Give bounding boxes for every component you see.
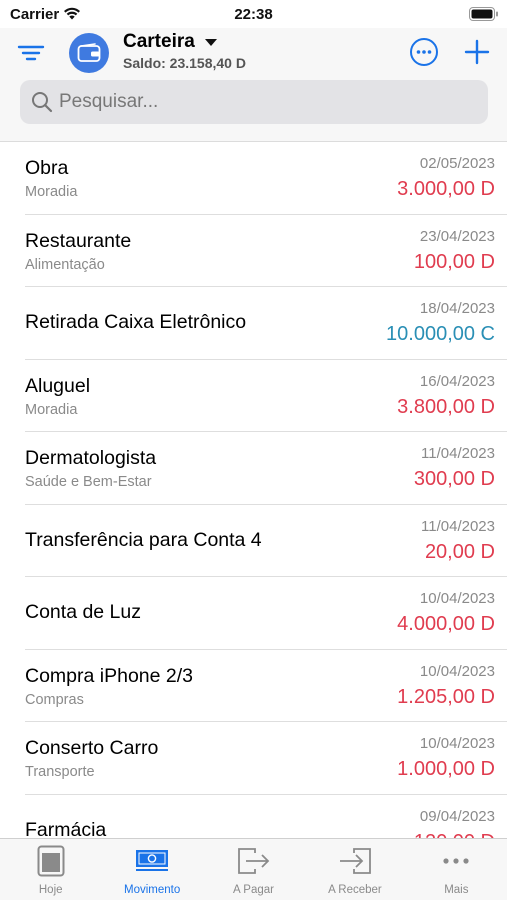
calendar-icon bbox=[37, 845, 65, 877]
transaction-title: Farmácia bbox=[25, 818, 107, 839]
transaction-category: Moradia bbox=[25, 184, 78, 200]
transaction-date: 16/04/2023 bbox=[419, 372, 495, 390]
transaction-amount: 20,00 D bbox=[424, 540, 495, 563]
transaction-category: Transporte bbox=[25, 764, 95, 780]
wallet-avatar[interactable] bbox=[69, 33, 109, 73]
tab-mais[interactable]: Mais bbox=[406, 839, 507, 900]
transaction-category: Moradia bbox=[25, 401, 78, 418]
search-icon bbox=[32, 92, 53, 113]
transaction-row[interactable]: Dermatologista Saúde e Bem-Estar 11/04/202… bbox=[25, 432, 507, 505]
transaction-date: 18/04/2023 bbox=[419, 300, 495, 317]
transaction-row[interactable]: Compra iPhone 2/3 Compras 10/04/2023 1.205,… bbox=[25, 650, 507, 722]
ellipsis-icon bbox=[443, 858, 469, 864]
filter-icon[interactable] bbox=[17, 40, 45, 66]
status-bar: Carrier 22:38 bbox=[0, 0, 507, 28]
transaction-title: Restaurante bbox=[25, 229, 132, 252]
tab-label: Hoje bbox=[38, 884, 63, 896]
transaction-amount: 4.000,00 D bbox=[397, 613, 495, 635]
transaction-row[interactable]: Retirada Caixa Eletrônico 18/04/2023 10.00… bbox=[25, 287, 507, 360]
transaction-amount: 3.000,00 D bbox=[397, 178, 495, 200]
transaction-row[interactable]: Conta de Luz 10/04/2023 4.000,00 D bbox=[25, 577, 507, 650]
transaction-date: 10/04/2023 bbox=[419, 590, 495, 607]
navigation-header: Carteira Saldo: 23.158,40 D bbox=[0, 28, 507, 142]
search-input[interactable] bbox=[59, 91, 459, 113]
transaction-date: 09/04/2023 bbox=[419, 807, 495, 825]
account-name: Carteira bbox=[123, 31, 195, 52]
status-time: 22:38 bbox=[234, 6, 273, 23]
more-options-icon[interactable] bbox=[409, 37, 439, 67]
transaction-date: 10/04/2023 bbox=[419, 735, 495, 752]
transaction-amount: 120,00 D bbox=[414, 831, 495, 839]
battery-icon bbox=[469, 7, 498, 21]
tab-a-receber[interactable]: A Receber bbox=[304, 839, 405, 900]
tab-hoje[interactable]: Hoje bbox=[0, 839, 101, 900]
account-selector[interactable]: Carteira Saldo: 23.158,40 D bbox=[123, 31, 246, 71]
transaction-title: Obra bbox=[25, 157, 69, 179]
transaction-title: Dermatologista bbox=[25, 447, 157, 469]
tab-label: Mais bbox=[444, 884, 469, 896]
transaction-amount: 10.000,00 C bbox=[386, 323, 495, 345]
transaction-row[interactable]: Restaurante Alimentação 23/04/2023 100,00 D bbox=[25, 215, 507, 287]
transaction-title: Conserto Carro bbox=[25, 737, 159, 759]
transaction-title: Aluguel bbox=[25, 374, 91, 397]
search-bar[interactable] bbox=[20, 80, 488, 124]
tab-bar: Hoje Movimento A Pagar A Receber Mais bbox=[0, 838, 507, 900]
transaction-row[interactable]: Aluguel Moradia 16/04/2023 3.800,00 D bbox=[25, 360, 507, 432]
transaction-category: Compras bbox=[25, 691, 84, 708]
wallet-icon bbox=[77, 43, 101, 62]
money-icon bbox=[136, 850, 169, 871]
tab-movimento[interactable]: Movimento bbox=[101, 839, 202, 900]
transaction-amount: 100,00 D bbox=[413, 250, 495, 273]
pay-out-icon bbox=[237, 848, 269, 874]
transaction-row[interactable]: Farmácia 09/04/2023 120,00 D bbox=[25, 795, 507, 839]
transaction-date: 02/05/2023 bbox=[419, 155, 495, 172]
add-icon[interactable] bbox=[462, 37, 492, 67]
transaction-list: Obra Moradia 02/05/2023 3.000,00 D Restauran… bbox=[0, 142, 507, 838]
transaction-row[interactable]: Conserto Carro Transporte 10/04/2023 1.000,… bbox=[25, 722, 507, 795]
transaction-category: Saúde e Bem-Estar bbox=[25, 474, 152, 490]
transaction-row[interactable]: Transferência para Conta 4 11/04/2023 20,0… bbox=[25, 505, 507, 577]
transaction-date: 10/04/2023 bbox=[419, 662, 495, 680]
account-balance: Saldo: 23.158,40 D bbox=[123, 55, 246, 71]
transaction-title: Conta de Luz bbox=[25, 601, 142, 623]
tab-label: A Pagar bbox=[233, 884, 274, 896]
transaction-amount: 1.000,00 D bbox=[397, 758, 495, 780]
transaction-category: Alimentação bbox=[25, 256, 105, 273]
tab-label: Movimento bbox=[123, 884, 181, 896]
transaction-amount: 300,00 D bbox=[413, 468, 495, 490]
transaction-date: 23/04/2023 bbox=[419, 227, 495, 245]
transaction-amount: 1.205,00 D bbox=[397, 685, 495, 708]
tab-label: A Receber bbox=[328, 884, 382, 896]
caret-down-icon bbox=[205, 38, 218, 46]
receive-in-icon bbox=[339, 848, 371, 874]
transaction-title: Retirada Caixa Eletrônico bbox=[25, 311, 247, 333]
transaction-date: 11/04/2023 bbox=[421, 517, 495, 535]
transaction-amount: 3.800,00 D bbox=[397, 395, 495, 418]
transaction-row[interactable]: Obra Moradia 02/05/2023 3.000,00 D bbox=[25, 142, 507, 215]
transaction-date: 11/04/2023 bbox=[421, 445, 495, 462]
tab-a-pagar[interactable]: A Pagar bbox=[203, 839, 304, 900]
transaction-title: Compra iPhone 2/3 bbox=[25, 664, 194, 687]
transaction-title: Transferência para Conta 4 bbox=[25, 528, 262, 551]
